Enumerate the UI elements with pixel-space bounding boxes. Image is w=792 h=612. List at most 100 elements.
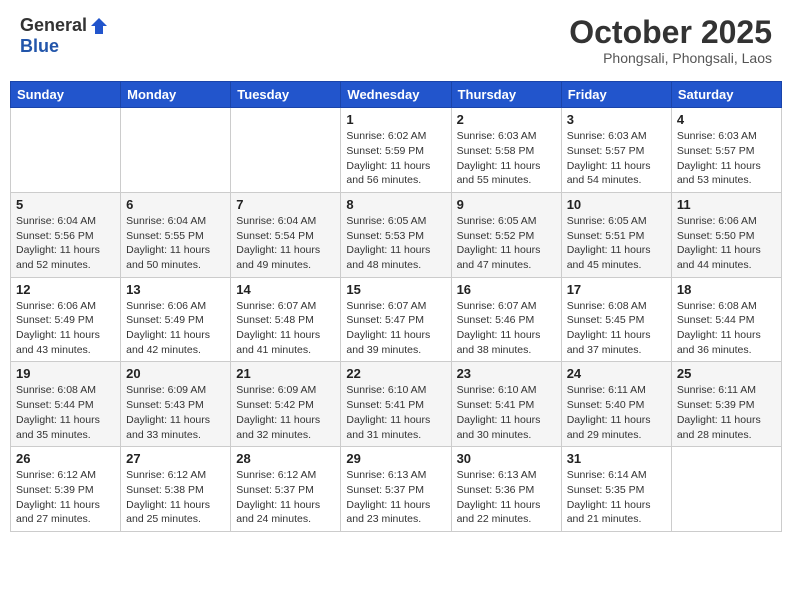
day-info: Sunrise: 6:05 AM Sunset: 5:53 PM Dayligh…	[346, 214, 445, 273]
day-number: 20	[126, 366, 225, 381]
day-number: 6	[126, 197, 225, 212]
day-info: Sunrise: 6:10 AM Sunset: 5:41 PM Dayligh…	[346, 383, 445, 442]
weekday-header-tuesday: Tuesday	[231, 82, 341, 108]
calendar-cell	[11, 108, 121, 193]
day-number: 3	[567, 112, 666, 127]
calendar-cell: 28 Sunrise: 6:12 AM Sunset: 5:37 PM Dayli…	[231, 447, 341, 532]
day-info: Sunrise: 6:08 AM Sunset: 5:45 PM Dayligh…	[567, 299, 666, 358]
calendar-cell: 11Sunrise: 6:06 AM Sunset: 5:50 PM Dayli…	[671, 192, 781, 277]
calendar-cell: 16 Sunrise: 6:07 AM Sunset: 5:46 PM Dayli…	[451, 277, 561, 362]
day-info: Sunrise: 6:06 AM Sunset: 5:49 PM Dayligh…	[126, 299, 225, 358]
day-info: Sunrise: 6:13 AM Sunset: 5:36 PM Dayligh…	[457, 468, 556, 527]
day-number: 1	[346, 112, 445, 127]
day-info: Sunrise: 6:03 AM Sunset: 5:57 PM Dayligh…	[567, 129, 666, 188]
day-number: 31	[567, 451, 666, 466]
day-info: Sunrise: 6:08 AM Sunset: 5:44 PM Dayligh…	[16, 383, 115, 442]
day-number: 10	[567, 197, 666, 212]
calendar-cell: 19Sunrise: 6:08 AM Sunset: 5:44 PM Dayli…	[11, 362, 121, 447]
day-number: 5	[16, 197, 115, 212]
calendar-cell	[231, 108, 341, 193]
day-info: Sunrise: 6:14 AM Sunset: 5:35 PM Dayligh…	[567, 468, 666, 527]
calendar-cell	[121, 108, 231, 193]
day-number: 7	[236, 197, 335, 212]
page-header: General Blue October 2025 Phongsali, Pho…	[10, 10, 782, 71]
calendar-cell: 23Sunrise: 6:10 AM Sunset: 5:41 PM Dayli…	[451, 362, 561, 447]
day-number: 23	[457, 366, 556, 381]
title-section: October 2025 Phongsali, Phongsali, Laos	[569, 15, 772, 66]
weekday-header-thursday: Thursday	[451, 82, 561, 108]
calendar-cell: 20 Sunrise: 6:09 AM Sunset: 5:43 PM Dayli…	[121, 362, 231, 447]
calendar-cell: 14 Sunrise: 6:07 AM Sunset: 5:48 PM Dayli…	[231, 277, 341, 362]
calendar-table: SundayMondayTuesdayWednesdayThursdayFrid…	[10, 81, 782, 532]
weekday-header-saturday: Saturday	[671, 82, 781, 108]
day-info: Sunrise: 6:08 AM Sunset: 5:44 PM Dayligh…	[677, 299, 776, 358]
day-info: Sunrise: 6:07 AM Sunset: 5:48 PM Dayligh…	[236, 299, 335, 358]
day-number: 26	[16, 451, 115, 466]
calendar-cell	[671, 447, 781, 532]
day-number: 30	[457, 451, 556, 466]
day-info: Sunrise: 6:09 AM Sunset: 5:43 PM Dayligh…	[126, 383, 225, 442]
calendar-cell: 3 Sunrise: 6:03 AM Sunset: 5:57 PM Daylig…	[561, 108, 671, 193]
calendar-cell: 26Sunrise: 6:12 AM Sunset: 5:39 PM Dayli…	[11, 447, 121, 532]
calendar-cell: 29 Sunrise: 6:13 AM Sunset: 5:37 PM Dayli…	[341, 447, 451, 532]
calendar-week-row: 1 Sunrise: 6:02 AM Sunset: 5:59 PM Daylig…	[11, 108, 782, 193]
calendar-cell: 31 Sunrise: 6:14 AM Sunset: 5:35 PM Dayli…	[561, 447, 671, 532]
weekday-header-friday: Friday	[561, 82, 671, 108]
calendar-cell: 9Sunrise: 6:05 AM Sunset: 5:52 PM Daylig…	[451, 192, 561, 277]
calendar-cell: 4 Sunrise: 6:03 AM Sunset: 5:57 PM Daylig…	[671, 108, 781, 193]
calendar-week-row: 5Sunrise: 6:04 AM Sunset: 5:56 PM Daylig…	[11, 192, 782, 277]
calendar-cell: 18Sunrise: 6:08 AM Sunset: 5:44 PM Dayli…	[671, 277, 781, 362]
day-info: Sunrise: 6:03 AM Sunset: 5:57 PM Dayligh…	[677, 129, 776, 188]
day-number: 28	[236, 451, 335, 466]
day-number: 21	[236, 366, 335, 381]
day-info: Sunrise: 6:04 AM Sunset: 5:55 PM Dayligh…	[126, 214, 225, 273]
calendar-cell: 13 Sunrise: 6:06 AM Sunset: 5:49 PM Dayli…	[121, 277, 231, 362]
day-info: Sunrise: 6:12 AM Sunset: 5:38 PM Dayligh…	[126, 468, 225, 527]
calendar-week-row: 26Sunrise: 6:12 AM Sunset: 5:39 PM Dayli…	[11, 447, 782, 532]
calendar-cell: 10 Sunrise: 6:05 AM Sunset: 5:51 PM Dayli…	[561, 192, 671, 277]
weekday-header-wednesday: Wednesday	[341, 82, 451, 108]
day-number: 8	[346, 197, 445, 212]
calendar-cell: 17Sunrise: 6:08 AM Sunset: 5:45 PM Dayli…	[561, 277, 671, 362]
day-number: 29	[346, 451, 445, 466]
logo: General Blue	[20, 15, 109, 57]
logo-blue-text: Blue	[20, 36, 59, 57]
location-subtitle: Phongsali, Phongsali, Laos	[569, 50, 772, 66]
day-number: 2	[457, 112, 556, 127]
day-info: Sunrise: 6:11 AM Sunset: 5:40 PM Dayligh…	[567, 383, 666, 442]
day-number: 12	[16, 282, 115, 297]
day-info: Sunrise: 6:07 AM Sunset: 5:47 PM Dayligh…	[346, 299, 445, 358]
day-info: Sunrise: 6:06 AM Sunset: 5:50 PM Dayligh…	[677, 214, 776, 273]
day-info: Sunrise: 6:05 AM Sunset: 5:52 PM Dayligh…	[457, 214, 556, 273]
day-number: 25	[677, 366, 776, 381]
day-number: 15	[346, 282, 445, 297]
weekday-header-row: SundayMondayTuesdayWednesdayThursdayFrid…	[11, 82, 782, 108]
day-number: 14	[236, 282, 335, 297]
weekday-header-sunday: Sunday	[11, 82, 121, 108]
calendar-cell: 30 Sunrise: 6:13 AM Sunset: 5:36 PM Dayli…	[451, 447, 561, 532]
day-number: 4	[677, 112, 776, 127]
logo-general-text: General	[20, 15, 87, 36]
day-info: Sunrise: 6:13 AM Sunset: 5:37 PM Dayligh…	[346, 468, 445, 527]
calendar-cell: 6 Sunrise: 6:04 AM Sunset: 5:55 PM Daylig…	[121, 192, 231, 277]
day-info: Sunrise: 6:07 AM Sunset: 5:46 PM Dayligh…	[457, 299, 556, 358]
weekday-header-monday: Monday	[121, 82, 231, 108]
day-number: 16	[457, 282, 556, 297]
calendar-cell: 22 Sunrise: 6:10 AM Sunset: 5:41 PM Dayli…	[341, 362, 451, 447]
day-number: 27	[126, 451, 225, 466]
calendar-cell: 15 Sunrise: 6:07 AM Sunset: 5:47 PM Dayli…	[341, 277, 451, 362]
day-info: Sunrise: 6:02 AM Sunset: 5:59 PM Dayligh…	[346, 129, 445, 188]
calendar-week-row: 12 Sunrise: 6:06 AM Sunset: 5:49 PM Dayli…	[11, 277, 782, 362]
calendar-cell: 21 Sunrise: 6:09 AM Sunset: 5:42 PM Dayli…	[231, 362, 341, 447]
calendar-cell: 12Sunrise: 6:06 AM Sunset: 5:49 PM Dayli…	[11, 277, 121, 362]
day-info: Sunrise: 6:03 AM Sunset: 5:58 PM Dayligh…	[457, 129, 556, 188]
day-info: Sunrise: 6:09 AM Sunset: 5:42 PM Dayligh…	[236, 383, 335, 442]
day-number: 22	[346, 366, 445, 381]
calendar-cell: 27 Sunrise: 6:12 AM Sunset: 5:38 PM Dayli…	[121, 447, 231, 532]
calendar-cell: 1 Sunrise: 6:02 AM Sunset: 5:59 PM Daylig…	[341, 108, 451, 193]
calendar-cell: 7Sunrise: 6:04 AM Sunset: 5:54 PM Daylig…	[231, 192, 341, 277]
day-info: Sunrise: 6:12 AM Sunset: 5:37 PM Dayligh…	[236, 468, 335, 527]
day-info: Sunrise: 6:05 AM Sunset: 5:51 PM Dayligh…	[567, 214, 666, 273]
month-title: October 2025	[569, 15, 772, 50]
day-number: 13	[126, 282, 225, 297]
